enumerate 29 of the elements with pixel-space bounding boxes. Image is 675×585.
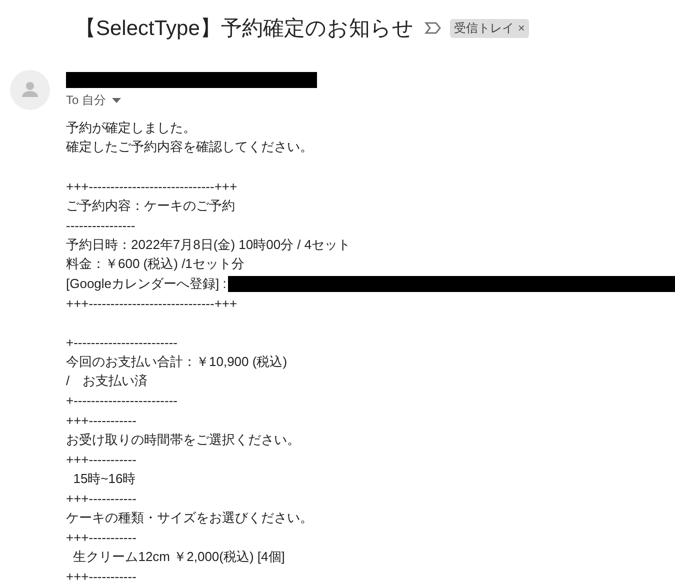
body-text-line: 確定したご予約内容を確認してください。 <box>66 138 313 156</box>
body-text-line: +++----------- <box>66 490 136 506</box>
importance-marker-icon[interactable] <box>424 21 442 35</box>
recipient-dropdown[interactable]: To 自分 <box>66 92 317 109</box>
avatar-icon <box>10 70 50 110</box>
remove-label-button[interactable]: × <box>518 21 525 35</box>
body-text-line: 15時~16時 <box>72 470 136 488</box>
body-text-line: 料金：￥600 (税込) /1セット分 <box>66 255 244 274</box>
body-text-line: +------------------------ <box>66 393 178 408</box>
body-text-line: +++-----------------------------+++ <box>66 178 238 194</box>
body-text-line: +++----------- <box>66 530 136 545</box>
body-text-line: +------------------------ <box>66 334 178 350</box>
label-text: 受信トレイ <box>454 20 514 36</box>
body-text-line: +++----------- <box>66 452 136 467</box>
body-text-line: +++----------- <box>66 412 136 428</box>
email-subject: 【SelectType】予約確定のお知らせ <box>75 16 414 42</box>
body-text-line: 予約が確定しました。 <box>66 118 196 137</box>
body-text-line: お受け取りの時間帯をご選択ください。 <box>66 430 300 449</box>
caret-icon <box>112 98 122 103</box>
body-text-line: 今回のお支払い合計：￥10,900 (税込) <box>66 352 288 371</box>
body-text-line: / お支払い済 <box>66 372 148 390</box>
body-text-line: +++-----------------------------+++ <box>66 296 238 311</box>
body-text-line: 生クリーム12cm ￥2,000(税込) [4個] <box>72 548 285 566</box>
body-text-line: [Googleカレンダーへ登録] : <box>66 274 226 293</box>
body-text-line: ---------------- <box>66 218 136 233</box>
body-text-line: ケーキの種類・サイズをお選びください。 <box>66 508 313 527</box>
body-text-line: ご予約内容：ケーキのご予約 <box>66 196 235 215</box>
body-text-line: +++----------- <box>66 568 136 584</box>
body-text-line: 予約日時：2022年7月8日(金) 10時00分 / 4セット <box>66 236 351 254</box>
